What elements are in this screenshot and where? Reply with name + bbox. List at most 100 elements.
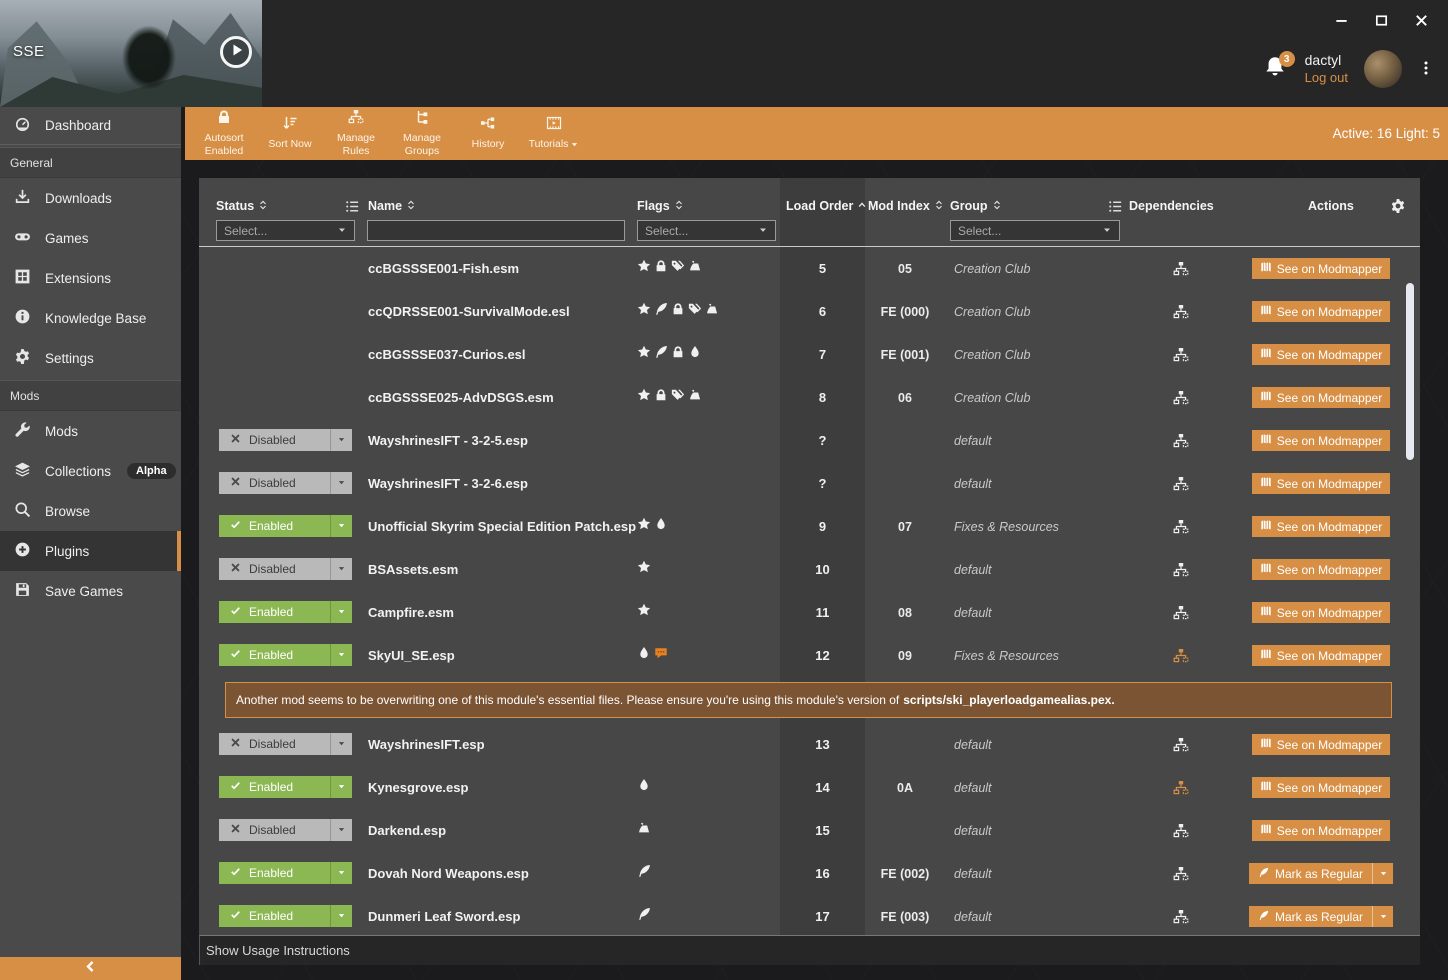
see-on-modmapper-button[interactable]: See on Modmapper (1252, 602, 1390, 623)
status-dropdown-caret[interactable] (330, 862, 352, 884)
group-value[interactable]: Creation Club (954, 290, 1030, 333)
column-status[interactable]: Status (216, 199, 268, 213)
sidebar-item-plugins[interactable]: Plugins (0, 531, 181, 571)
dependencies-sitemap-icon[interactable] (1172, 634, 1190, 677)
sidebar-item-dashboard[interactable]: Dashboard (0, 107, 181, 145)
flags-filter[interactable]: Select... (637, 220, 776, 241)
usage-instructions-toggle[interactable]: Show Usage Instructions (199, 935, 1420, 965)
column-load-order[interactable]: Load Order (786, 199, 867, 213)
toolbar-button-autosort-enabled[interactable]: Autosort Enabled (191, 107, 257, 160)
maximize-button[interactable] (1372, 14, 1390, 32)
dependencies-sitemap-icon[interactable] (1172, 591, 1190, 634)
group-value[interactable]: default (954, 419, 992, 462)
status-toggle-main[interactable]: Enabled (219, 601, 330, 623)
sidebar-item-downloads[interactable]: Downloads (0, 178, 181, 218)
status-dropdown-caret[interactable] (330, 429, 352, 451)
see-on-modmapper-button[interactable]: See on Modmapper (1252, 516, 1390, 537)
sidebar-item-collections[interactable]: CollectionsAlpha (0, 451, 181, 491)
see-on-modmapper-button[interactable]: See on Modmapper (1252, 645, 1390, 666)
group-value[interactable]: Creation Club (954, 247, 1030, 290)
group-value[interactable]: default (954, 591, 992, 634)
dependencies-sitemap-icon[interactable] (1172, 809, 1190, 852)
enabled-toggle-button[interactable]: Enabled (219, 601, 352, 623)
status-toggle-main[interactable]: Disabled (219, 429, 330, 451)
dependencies-sitemap-icon[interactable] (1172, 766, 1190, 809)
status-toggle-main[interactable]: Enabled (219, 644, 330, 666)
minimize-button[interactable] (1332, 14, 1350, 32)
group-filter[interactable]: Select... (950, 220, 1120, 241)
toolbar-button-manage-groups[interactable]: Manage Groups (389, 107, 455, 160)
dependencies-sitemap-icon[interactable] (1172, 852, 1190, 895)
dependencies-sitemap-icon[interactable] (1172, 376, 1190, 419)
dependencies-sitemap-icon[interactable] (1172, 548, 1190, 591)
status-toggle-main[interactable]: Enabled (219, 905, 330, 927)
dependencies-sitemap-icon[interactable] (1172, 290, 1190, 333)
sidebar-collapse-button[interactable] (0, 957, 181, 980)
overflow-menu-button[interactable] (1418, 58, 1434, 80)
sidebar-item-mods[interactable]: Mods (0, 411, 181, 451)
group-value[interactable]: Fixes & Resources (954, 505, 1059, 548)
enabled-toggle-button[interactable]: Enabled (219, 644, 352, 666)
mark-as-regular-button[interactable]: Mark as Regular (1249, 863, 1393, 884)
group-value[interactable]: default (954, 723, 992, 766)
see-on-modmapper-button[interactable]: See on Modmapper (1252, 344, 1390, 365)
status-filter[interactable]: Select... (216, 220, 355, 241)
mark-as-regular-main[interactable]: Mark as Regular (1249, 906, 1372, 927)
group-value[interactable]: default (954, 809, 992, 852)
status-dropdown-caret[interactable] (330, 472, 352, 494)
sidebar-item-extensions[interactable]: Extensions (0, 258, 181, 298)
column-name[interactable]: Name (368, 199, 416, 213)
vertical-scrollbar-thumb[interactable] (1406, 283, 1414, 460)
see-on-modmapper-button[interactable]: See on Modmapper (1252, 820, 1390, 841)
group-value[interactable]: default (954, 895, 992, 935)
enabled-toggle-button[interactable]: Enabled (219, 515, 352, 537)
sidebar-item-settings[interactable]: Settings (0, 338, 181, 378)
see-on-modmapper-button[interactable]: See on Modmapper (1252, 777, 1390, 798)
status-toggle-main[interactable]: Enabled (219, 776, 330, 798)
status-toggle-main[interactable]: Enabled (219, 862, 330, 884)
play-button[interactable] (220, 36, 252, 68)
group-value[interactable]: Creation Club (954, 376, 1030, 419)
disabled-toggle-button[interactable]: Disabled (219, 819, 352, 841)
status-dropdown-caret[interactable] (330, 515, 352, 537)
avatar[interactable] (1364, 50, 1402, 88)
group-value[interactable]: default (954, 852, 992, 895)
enabled-toggle-button[interactable]: Enabled (219, 905, 352, 927)
status-list-icon[interactable] (345, 199, 360, 214)
disabled-toggle-button[interactable]: Disabled (219, 472, 352, 494)
dependencies-sitemap-icon[interactable] (1172, 723, 1190, 766)
group-value[interactable]: default (954, 462, 992, 505)
name-filter-input[interactable] (367, 220, 625, 241)
disabled-toggle-button[interactable]: Disabled (219, 429, 352, 451)
status-dropdown-caret[interactable] (330, 733, 352, 755)
dependencies-sitemap-icon[interactable] (1172, 419, 1190, 462)
status-dropdown-caret[interactable] (330, 905, 352, 927)
toolbar-button-manage-rules[interactable]: Manage Rules (323, 107, 389, 160)
toolbar-button-tutorials[interactable]: Tutorials (521, 107, 587, 160)
see-on-modmapper-button[interactable]: See on Modmapper (1252, 559, 1390, 580)
status-toggle-main[interactable]: Disabled (219, 733, 330, 755)
status-toggle-main[interactable]: Disabled (219, 472, 330, 494)
status-toggle-main[interactable]: Disabled (219, 558, 330, 580)
status-dropdown-caret[interactable] (330, 601, 352, 623)
action-dropdown-caret[interactable] (1372, 906, 1393, 927)
toolbar-button-history[interactable]: History (455, 107, 521, 160)
group-value[interactable]: Creation Club (954, 333, 1030, 376)
action-dropdown-caret[interactable] (1372, 863, 1393, 884)
close-button[interactable] (1412, 14, 1430, 32)
status-toggle-main[interactable]: Disabled (219, 819, 330, 841)
status-toggle-main[interactable]: Enabled (219, 515, 330, 537)
dependencies-sitemap-icon[interactable] (1172, 462, 1190, 505)
dependencies-sitemap-icon[interactable] (1172, 333, 1190, 376)
logout-link[interactable]: Log out (1305, 70, 1348, 86)
see-on-modmapper-button[interactable]: See on Modmapper (1252, 430, 1390, 451)
see-on-modmapper-button[interactable]: See on Modmapper (1252, 301, 1390, 322)
game-tile[interactable]: SSE (0, 0, 262, 107)
column-group[interactable]: Group (950, 199, 1002, 213)
disabled-toggle-button[interactable]: Disabled (219, 733, 352, 755)
see-on-modmapper-button[interactable]: See on Modmapper (1252, 734, 1390, 755)
table-settings-gear-icon[interactable] (1390, 198, 1406, 214)
sidebar-item-knowledge-base[interactable]: Knowledge Base (0, 298, 181, 338)
dependencies-sitemap-icon[interactable] (1172, 895, 1190, 935)
status-dropdown-caret[interactable] (330, 644, 352, 666)
